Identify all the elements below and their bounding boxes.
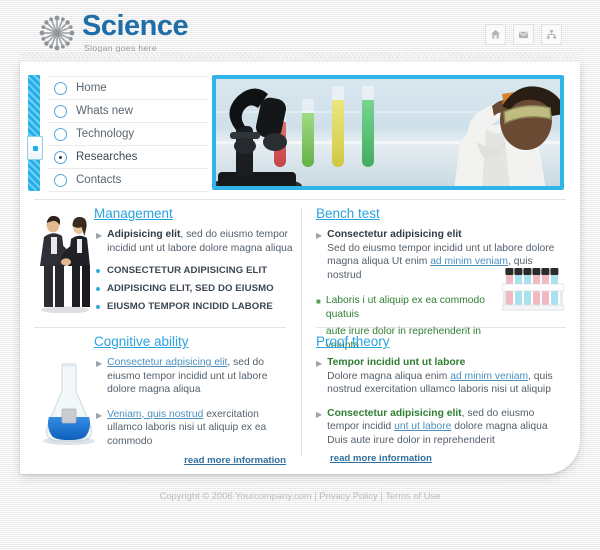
- top-zone: Home Whats new Technology Researches Con…: [20, 62, 580, 197]
- scientist-shape: [454, 86, 560, 186]
- section-bench-test: Bench test ▶ Consectetur adipisicing eli…: [316, 205, 568, 351]
- logo-title: Science: [82, 10, 189, 42]
- arrow-bullet-icon: ▶: [96, 231, 103, 240]
- bullet-dot-icon: [96, 268, 100, 273]
- site-container: Science Slogan goes here Home Whats new …: [20, 0, 580, 524]
- nav-item-label: Researches: [76, 151, 138, 163]
- cognitive-item1-link[interactable]: Consectetur adpisicing elit: [107, 357, 227, 368]
- proof-item1-link[interactable]: ad minim veniam: [450, 371, 528, 382]
- section-title-proof-theory[interactable]: Proof theory: [316, 334, 390, 349]
- read-more-link-proof[interactable]: read more information: [330, 453, 432, 464]
- section-title-cognitive-ability[interactable]: Cognitive ability: [94, 334, 189, 349]
- management-intro: ▶ Adipisicing elit, sed do eiusmo tempor…: [96, 228, 296, 255]
- nav-item-technology[interactable]: Technology: [48, 123, 208, 146]
- cognitive-item-1: ▶ Consectetur adpisicing elit, sed do ei…: [96, 356, 296, 397]
- bullet-dot-icon: [96, 286, 100, 291]
- proof-item-2: ▶ Consectetur adipisicing elit, sed do e…: [316, 407, 568, 448]
- privacy-policy-link[interactable]: Privacy Policy: [319, 490, 377, 501]
- nav-item-researches[interactable]: Researches: [48, 146, 208, 169]
- radio-icon: [54, 81, 67, 95]
- content-top-divider: [34, 199, 566, 200]
- nav-item-whats-new[interactable]: Whats new: [48, 100, 208, 123]
- microscope-shape: [216, 88, 302, 186]
- test-tube-rack-photo: [502, 268, 564, 311]
- nav-item-label: Whats new: [76, 105, 133, 117]
- proof-item1-text-a: Dolore magna aliqua enim: [327, 370, 451, 382]
- read-more-link-cognitive[interactable]: read more information: [184, 455, 286, 466]
- bench-test-item2-line1: Laboris i ut aliquip ex ea commodo quatu…: [325, 295, 485, 320]
- accent-scroll-handle[interactable]: [27, 136, 43, 160]
- section-title-management[interactable]: Management: [94, 206, 173, 221]
- list-item[interactable]: CONSECTETUR ADIPISICING ELIT: [96, 265, 296, 276]
- list-item-label: EIUSMO TEMPOR INCIDID LABORE: [107, 301, 273, 313]
- list-item[interactable]: ADIPISICING ELIT, SED DO EIUSMO: [96, 283, 296, 294]
- arrow-bullet-icon: ▶: [316, 231, 323, 240]
- proof-item2-bold: Consectetur adipisicing elit: [327, 407, 462, 419]
- footer-separator-1: |: [314, 490, 317, 501]
- site-header: Science Slogan goes here: [20, 0, 580, 59]
- nav-item-contacts[interactable]: Contacts: [48, 169, 208, 192]
- sitemap-icon[interactable]: [541, 24, 562, 45]
- footer-copyright: Copyright © 2006 Yourcompany.com: [159, 490, 312, 501]
- proof-item-1: ▶ Tempor incidid unt ut labore Dolore ma…: [316, 356, 568, 397]
- accent-scroll-track[interactable]: [28, 75, 40, 191]
- footer-separator-2: |: [380, 490, 383, 501]
- snowflake-burst-logo-icon: [38, 14, 76, 52]
- section-proof-theory: Proof theory ▶ Tempor incidid unt ut lab…: [316, 333, 568, 468]
- radio-icon: [54, 173, 67, 187]
- section-management: Management ▶ Adipisicing elit, sed do ei…: [34, 205, 296, 325]
- list-item[interactable]: EIUSMO TEMPOR INCIDID LABORE: [96, 301, 296, 312]
- arrow-bullet-icon: ▶: [316, 359, 323, 368]
- management-intro-bold: Adipisicing elit: [107, 229, 181, 240]
- nav-item-label: Technology: [76, 128, 135, 140]
- nav-item-home[interactable]: Home: [48, 76, 208, 100]
- nav-item-label: Contacts: [76, 174, 122, 186]
- content-divider-left: [34, 327, 286, 328]
- header-divider: [20, 52, 580, 59]
- proof-item2-link[interactable]: unt ut labore: [394, 421, 451, 432]
- cognitive-item2-link[interactable]: Veniam, quis nostrud: [107, 409, 203, 420]
- list-item-label: CONSECTETUR ADIPISICING ELIT: [107, 265, 268, 277]
- radio-icon: [54, 127, 67, 141]
- bench-test-item1-bold: Consectetur adipisicing elit: [327, 229, 462, 240]
- mail-icon[interactable]: [513, 24, 534, 45]
- terms-of-use-link[interactable]: Terms of Use: [385, 490, 440, 501]
- radio-selected-icon: [54, 150, 67, 164]
- nav-item-label: Home: [76, 82, 107, 94]
- section-cognitive-ability: Cognitive ability ▶ Consectetur adpisici…: [34, 333, 296, 468]
- list-item-label: ADIPISICING ELIT, SED DO EIUSMO: [107, 283, 274, 295]
- business-handshake-photo: [40, 215, 90, 313]
- section-title-bench-test[interactable]: Bench test: [316, 206, 380, 221]
- arrow-bullet-icon: ▶: [316, 409, 323, 419]
- hero-banner[interactable]: [212, 75, 564, 190]
- content-grid: Management ▶ Adipisicing elit, sed do ei…: [20, 199, 580, 474]
- cognitive-item-2: ▶ Veniam, quis nostrud exercitation ulla…: [96, 408, 296, 449]
- radio-icon: [54, 104, 67, 118]
- home-icon[interactable]: [485, 24, 506, 45]
- hero-banner-image: [216, 79, 560, 186]
- management-list: CONSECTETUR ADIPISICING ELIT ADIPISICING…: [96, 265, 296, 312]
- bullet-dot-icon: [96, 304, 100, 309]
- site-footer: Copyright © 2006 Yourcompany.com | Priva…: [20, 486, 580, 504]
- logo[interactable]: Science Slogan goes here: [38, 10, 189, 53]
- header-icon-group: [485, 24, 562, 45]
- content-vertical-divider: [301, 207, 302, 457]
- main-content-card: Home Whats new Technology Researches Con…: [20, 62, 580, 474]
- main-navigation: Home Whats new Technology Researches Con…: [48, 76, 208, 192]
- blue-flask-photo: [43, 363, 95, 445]
- proof-item1-bold: Tempor incidid unt ut labore: [327, 357, 466, 368]
- bench-test-item1-link[interactable]: ad minim veniam: [430, 256, 508, 267]
